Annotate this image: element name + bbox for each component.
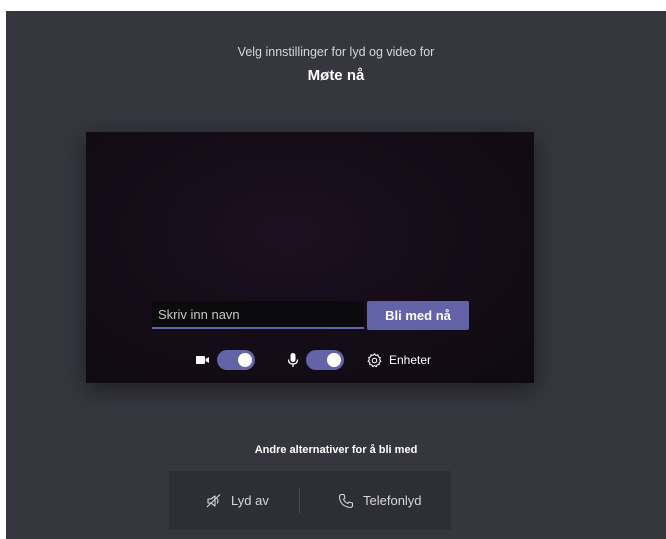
name-input[interactable] bbox=[152, 301, 364, 329]
camera-toggle-knob bbox=[238, 353, 252, 367]
video-camera-icon bbox=[196, 356, 209, 364]
camera-toggle[interactable] bbox=[217, 350, 255, 370]
options-divider bbox=[299, 488, 300, 514]
meeting-title: Møte nå bbox=[307, 67, 365, 84]
media-controls: Enheter bbox=[86, 349, 534, 371]
other-options-title: Andre alternativer for å bli med bbox=[254, 444, 418, 456]
audio-off-label: Lyd av bbox=[231, 493, 269, 508]
phone-audio-label: Telefonlyd bbox=[363, 493, 422, 508]
microphone-toggle-knob bbox=[327, 353, 341, 367]
speaker-off-icon bbox=[206, 493, 221, 507]
gear-icon bbox=[367, 352, 382, 367]
prejoin-screen: Velg innstillinger for lyd og video for … bbox=[6, 11, 666, 539]
phone-icon bbox=[338, 493, 354, 508]
other-options-panel: Lyd av Telefonlyd bbox=[169, 471, 451, 530]
microphone-toggle[interactable] bbox=[306, 350, 344, 370]
devices-button[interactable]: Enheter bbox=[366, 349, 431, 371]
video-preview: Bli med nå Enhete bbox=[86, 132, 534, 383]
microphone-icon bbox=[287, 353, 299, 367]
settings-subtitle: Velg innstillinger for lyd og video for bbox=[237, 45, 435, 59]
join-now-button[interactable]: Bli med nå bbox=[367, 301, 469, 330]
phone-audio-button[interactable]: Telefonlyd bbox=[337, 471, 422, 530]
devices-label: Enheter bbox=[389, 353, 432, 367]
audio-off-button[interactable]: Lyd av bbox=[205, 471, 269, 530]
